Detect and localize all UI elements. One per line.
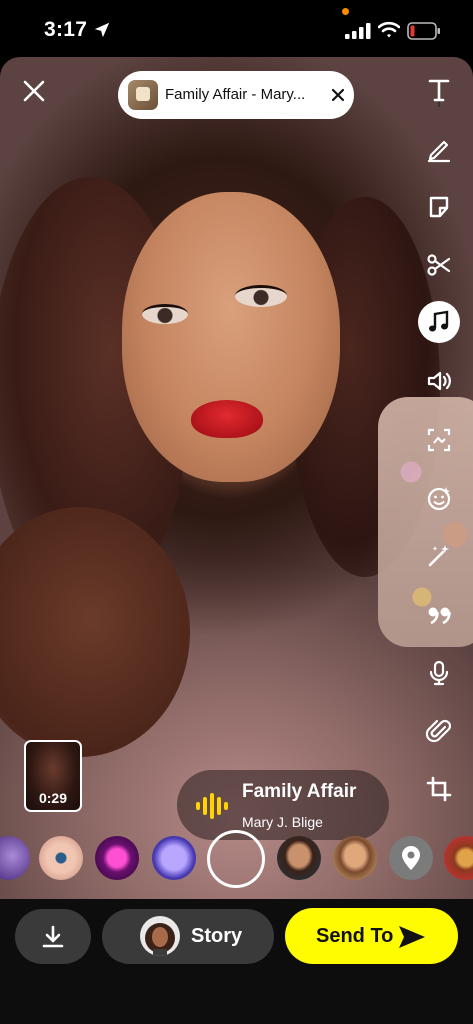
crop-tool-button[interactable] (418, 768, 460, 810)
music-artist: Mary J. Blige (242, 814, 323, 830)
text-icon (428, 79, 450, 102)
crop-icon (426, 776, 452, 802)
subject-arm (0, 507, 190, 757)
status-time: 3:17 (44, 18, 88, 41)
magic-tool-button[interactable] (418, 535, 460, 577)
subject-face (122, 192, 340, 482)
privacy-indicator-dot (342, 8, 349, 15)
battery-low-icon (407, 22, 440, 40)
lens-eye-makeup[interactable] (39, 836, 83, 880)
close-icon (23, 80, 45, 102)
scan-icon (427, 428, 451, 452)
download-icon (42, 925, 64, 947)
subject-eye-right (235, 285, 287, 307)
location-pin-icon (402, 846, 420, 870)
lens-neon-heart[interactable] (95, 836, 139, 880)
story-label: Story (191, 925, 243, 947)
clip-duration: 0:29 (38, 790, 68, 806)
volume-tool-button[interactable] (418, 360, 460, 402)
remove-sound-button[interactable] (327, 84, 349, 106)
draw-tool-button[interactable] (418, 128, 460, 170)
subject-eye-left (142, 304, 188, 324)
save-button[interactable] (15, 909, 91, 964)
close-button[interactable] (16, 73, 52, 109)
scissors-icon (427, 254, 451, 276)
paperclip-icon (425, 719, 452, 743)
text-tool-button[interactable] (418, 69, 460, 111)
lens-portrait-1[interactable] (277, 836, 321, 880)
send-to-label: Send To (316, 925, 394, 947)
subject-lips (191, 400, 263, 438)
music-note-icon (429, 310, 449, 332)
voice-tool-button[interactable] (418, 652, 460, 694)
avatar (140, 916, 180, 956)
music-tool-button[interactable] (418, 301, 460, 343)
music-title: Family Affair (242, 781, 357, 802)
sticker-tool-button[interactable] (418, 186, 460, 228)
sound-pill-title: Family Affair - Mary... (165, 86, 306, 103)
microphone-icon (429, 660, 449, 686)
location-arrow-icon (94, 22, 110, 38)
send-arrow-icon (399, 926, 425, 948)
capture-button[interactable] (207, 830, 265, 888)
sound-pill[interactable]: Family Affair - Mary... (118, 71, 440, 119)
wifi-icon (378, 21, 400, 38)
album-art-thumbnail (128, 80, 158, 110)
story-button[interactable] (102, 909, 274, 964)
speaker-icon (427, 371, 451, 391)
quote-icon (428, 607, 451, 625)
close-icon (331, 88, 345, 102)
cellular-signal-icon (345, 23, 371, 39)
bitmoji-avatar-icon (145, 923, 175, 956)
status-bar: 3:17 (0, 0, 473, 56)
smiley-icon (427, 487, 451, 511)
magic-wand-icon (428, 545, 449, 567)
pencil-icon (427, 140, 451, 163)
scan-tool-button[interactable] (418, 419, 460, 461)
lens-location-pin[interactable] (389, 836, 433, 880)
lens-portrait-2[interactable] (333, 836, 377, 880)
audio-waveform-icon (196, 793, 228, 819)
lens-cartoon-cube[interactable] (152, 836, 196, 880)
quote-tool-button[interactable] (418, 594, 460, 636)
attach-tool-button[interactable] (418, 710, 460, 752)
sticker-icon (429, 196, 449, 218)
scissors-tool-button[interactable] (418, 244, 460, 286)
video-clip-thumbnail[interactable]: 0:29 (24, 740, 82, 812)
lens-tool-button[interactable] (418, 477, 460, 519)
